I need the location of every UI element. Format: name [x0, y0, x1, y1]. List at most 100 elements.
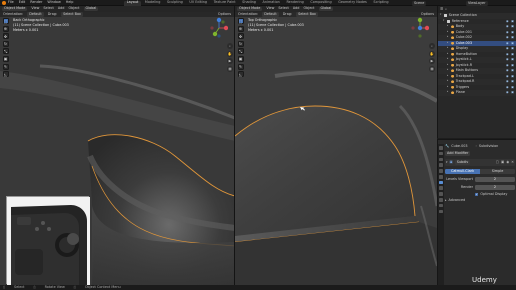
tab-rendering[interactable]: Rendering	[284, 1, 307, 6]
camera-icon[interactable]: ▣	[511, 85, 514, 89]
drag-value-left[interactable]: Select Box	[61, 12, 83, 17]
perspective-grid-icon[interactable]: ▦	[227, 65, 233, 72]
eye-icon[interactable]: ◉	[506, 74, 509, 78]
camera-icon[interactable]: ▣	[511, 41, 514, 45]
tab-texture-paint[interactable]: Texture Paint	[211, 1, 238, 6]
camera-icon[interactable]: ▣	[511, 52, 514, 56]
options-right[interactable]: Options	[421, 12, 434, 16]
expand-arrow-icon[interactable]: ▸	[447, 52, 450, 56]
measure-tool-icon[interactable]: ◺	[2, 71, 9, 78]
eye-icon[interactable]: ◉	[506, 25, 509, 28]
transform-orientation-right[interactable]: Global	[318, 6, 334, 12]
expand-arrow-icon[interactable]: ▸	[447, 25, 450, 28]
camera-icon[interactable]: ▣	[511, 36, 514, 39]
outliner-filter-icon[interactable]: ☰	[440, 7, 443, 12]
add-modifier-button[interactable]: Add Modifier	[445, 151, 471, 157]
eye-icon[interactable]: ◉	[506, 30, 509, 34]
rotate-tool-icon[interactable]: ↻	[2, 40, 9, 47]
camera-icon[interactable]: ▣	[511, 30, 514, 34]
orientation-value-right[interactable]: Default	[262, 12, 279, 17]
expand-arrow-icon[interactable]: ▸	[447, 80, 450, 83]
tab-uv-editing[interactable]: UV Editing	[187, 1, 210, 6]
eye-icon[interactable]: ◉	[506, 69, 509, 72]
tool-tab-icon[interactable]	[438, 146, 443, 150]
physics-tab-icon[interactable]	[438, 192, 443, 196]
tab-shading[interactable]: Shading	[239, 1, 258, 6]
transform-orientation-left[interactable]: Global	[83, 6, 99, 12]
expand-arrow-icon[interactable]: ▸	[447, 85, 450, 89]
camera-icon[interactable]: ▣	[511, 63, 514, 67]
menu-view-left[interactable]: View	[31, 6, 39, 10]
menu-select-right[interactable]: Select	[278, 6, 288, 10]
axis-gizmo-right[interactable]	[411, 17, 429, 39]
outliner-search-icon[interactable]: ⌕	[445, 7, 447, 12]
options-left[interactable]: Options	[218, 12, 231, 16]
menu-edit[interactable]: Edit	[19, 0, 26, 4]
expand-arrow-icon[interactable]: ▸	[447, 69, 450, 72]
expand-arrow-icon[interactable]: ▸	[447, 41, 450, 45]
viewport-left[interactable]: Object Mode View Select Add Object Globa…	[0, 6, 235, 285]
menu-window[interactable]: Window	[47, 0, 60, 4]
render-levels-field[interactable]: 2	[475, 185, 515, 190]
expand-arrow-icon[interactable]: ▸	[447, 74, 450, 78]
camera-icon[interactable]: ▣	[511, 80, 514, 83]
camera-view-icon[interactable]: ▶	[227, 58, 233, 64]
simple-tab[interactable]: Simple	[480, 169, 515, 175]
zoom-icon[interactable]: ⌕	[429, 43, 435, 49]
advanced-label[interactable]: Advanced	[449, 198, 466, 202]
catmull-clark-tab[interactable]: Catmull-Clark	[445, 169, 480, 175]
measure-tool-icon[interactable]: ◺	[237, 71, 244, 78]
expand-arrow-icon[interactable]: ▸	[447, 63, 450, 67]
eye-icon[interactable]: ◉	[506, 80, 509, 83]
tab-modeling[interactable]: Modeling	[142, 1, 163, 6]
mode-selector-left[interactable]: Object Mode	[2, 6, 28, 12]
drag-value-right[interactable]: Select Box	[296, 12, 318, 17]
annotate-tool-icon[interactable]: ✎	[237, 63, 244, 70]
eye-icon[interactable]: ◉	[506, 85, 509, 89]
tab-sculpting[interactable]: Sculpting	[164, 1, 185, 6]
tab-animation[interactable]: Animation	[260, 1, 283, 6]
render-toggle-icon[interactable]: ◉	[506, 160, 509, 164]
camera-icon[interactable]: ▣	[511, 58, 514, 61]
tab-scripting[interactable]: Scripting	[371, 1, 392, 6]
camera-icon[interactable]: ▣	[511, 19, 514, 23]
scale-tool-icon[interactable]: ⤡	[2, 48, 9, 55]
eye-icon[interactable]: ◉	[506, 52, 509, 56]
move-tool-icon[interactable]: ✥	[2, 33, 9, 40]
transform-tool-icon[interactable]: ▣	[237, 55, 244, 62]
tab-geometry-nodes[interactable]: Geometry Nodes	[335, 1, 369, 6]
perspective-grid-icon[interactable]: ▦	[429, 65, 435, 72]
edit-mode-toggle-icon[interactable]: ▢	[496, 160, 499, 164]
menu-select-left[interactable]: Select	[43, 6, 53, 10]
zoom-icon[interactable]: ⌕	[227, 43, 233, 49]
transform-tool-icon[interactable]: ▣	[2, 55, 9, 62]
modifier-name-field[interactable]: Subdiv	[454, 160, 471, 166]
data-tab-icon[interactable]	[438, 203, 443, 208]
axis-gizmo-left[interactable]	[210, 17, 228, 39]
menu-object-left[interactable]: Object	[68, 6, 79, 10]
levels-viewport-field[interactable]: 2	[475, 177, 515, 182]
outliner-row[interactable]: ▸ Plane ◉ ▣	[438, 90, 516, 96]
expand-arrow-icon[interactable]: ▾	[443, 19, 446, 23]
rotate-tool-icon[interactable]: ↻	[237, 40, 244, 47]
eye-icon[interactable]: ◉	[506, 41, 509, 45]
cursor-tool-icon[interactable]: ⊕	[237, 25, 244, 32]
modifier-close-icon[interactable]: ✕	[511, 160, 514, 164]
camera-icon[interactable]: ▣	[511, 25, 514, 28]
collapse-chevron-icon[interactable]: ▾	[446, 161, 448, 164]
eye-icon[interactable]: ◉	[506, 47, 509, 50]
eye-icon[interactable]: ◉	[506, 58, 509, 61]
mode-selector-right[interactable]: Object Mode	[237, 6, 263, 12]
eye-icon[interactable]: ◉	[506, 63, 509, 67]
pan-hand-icon[interactable]: ✋	[227, 50, 233, 57]
output-tab-icon[interactable]	[438, 157, 443, 162]
expand-arrow-icon[interactable]: ▸	[447, 91, 450, 94]
scale-tool-icon[interactable]: ⤡	[237, 48, 244, 55]
menu-view-right[interactable]: View	[266, 6, 274, 10]
viewport-right[interactable]: Object Mode View Select Add Object Globa…	[235, 6, 437, 285]
blender-logo-icon[interactable]	[1, 1, 6, 5]
menu-render[interactable]: Render	[30, 0, 42, 4]
expand-arrow-icon[interactable]: ▸	[447, 58, 450, 61]
expand-arrow-icon[interactable]: ▸	[447, 36, 450, 39]
object-tab-icon[interactable]	[438, 174, 443, 179]
